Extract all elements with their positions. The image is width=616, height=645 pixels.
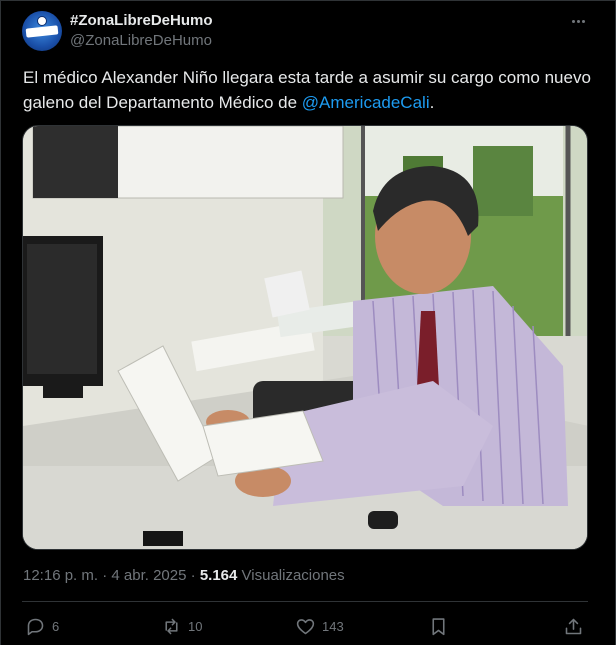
like-count: 143: [322, 618, 344, 634]
share-icon: [565, 618, 582, 634]
meta-separator: ·: [98, 567, 112, 584]
author-avatar[interactable]: [22, 11, 62, 51]
share-button[interactable]: [563, 613, 584, 639]
author-display-name[interactable]: #ZonaLibreDeHumo: [70, 12, 213, 29]
tweet-date[interactable]: 4 abr. 2025: [111, 567, 186, 584]
tweet-text: El médico Alexander Niño llegara esta ta…: [23, 65, 593, 115]
logo-band: [25, 25, 59, 38]
views-label: Visualizaciones: [241, 567, 345, 584]
ball-icon: [37, 16, 47, 26]
reply-icon: [27, 618, 44, 635]
repost-count: 10: [188, 618, 203, 634]
actions-divider: [22, 601, 588, 602]
tweet-card: #ZonaLibreDeHumo @ZonaLibreDeHumo El méd…: [0, 0, 616, 645]
reply-button[interactable]: 6: [25, 613, 59, 639]
reply-count: 6: [52, 618, 60, 634]
photo-illustration: [23, 126, 587, 549]
mention-link[interactable]: @AmericadeCali: [302, 93, 430, 112]
repost-icon: [165, 618, 178, 634]
tweet-text-end: .: [429, 93, 435, 112]
bookmark-button[interactable]: [428, 613, 449, 639]
views-count: 5.164: [199, 567, 238, 584]
like-button[interactable]: 143: [295, 613, 344, 639]
repost-button[interactable]: 10: [161, 613, 202, 639]
more-options-icon[interactable]: [563, 11, 593, 31]
tweet-meta: 12:16 p. m. · 4 abr. 2025 · 5.164 Visual…: [23, 567, 345, 584]
author-handle[interactable]: @ZonaLibreDeHumo: [70, 32, 212, 49]
bookmark-icon: [432, 617, 445, 635]
heart-icon: [296, 618, 315, 634]
meta-separator-2: ·: [186, 567, 200, 584]
tweet-photo[interactable]: [22, 125, 588, 550]
tweet-time[interactable]: 12:16 p. m.: [23, 567, 98, 584]
